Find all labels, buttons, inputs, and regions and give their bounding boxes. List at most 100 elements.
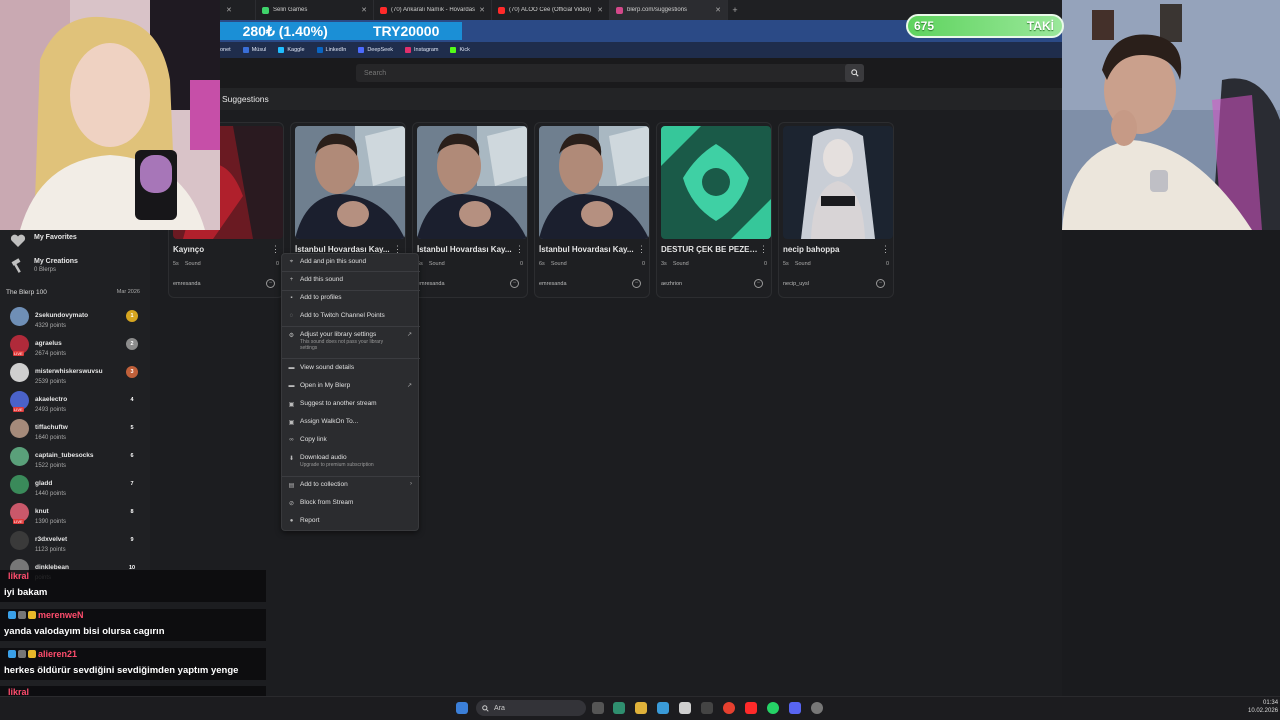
sound-likes[interactable]: 0 xyxy=(764,261,767,267)
close-tab-icon[interactable]: ✕ xyxy=(361,6,367,14)
start-icon[interactable] xyxy=(456,702,468,714)
leaderboard-row[interactable]: misterwhiskerswuvsu 2539 points 3 xyxy=(10,360,138,385)
sound-thumbnail[interactable] xyxy=(295,126,405,239)
sound-card[interactable]: İstanbul Hovardası Kay... ⋮ 6s Sound 0 emresa… xyxy=(534,122,650,298)
context-menu-item[interactable]: ● Report xyxy=(282,517,420,525)
context-menu-item[interactable]: ▣ Suggest to another stream xyxy=(282,400,420,408)
more-options-icon[interactable]: ⋮ xyxy=(637,244,646,255)
whatsapp-icon[interactable] xyxy=(767,702,779,714)
sound-likes[interactable]: 0 xyxy=(886,261,889,267)
context-menu-item[interactable]: + Add this sound xyxy=(282,276,420,284)
leaderboard-row[interactable]: 2sekundovymato 4329 points 1 xyxy=(10,304,138,329)
sound-thumbnail[interactable] xyxy=(417,126,527,239)
sound-title[interactable]: DESTUR ÇEK BE PEZEVE... xyxy=(661,245,759,254)
taskbar-search[interactable]: Ara xyxy=(476,700,586,716)
sound-title[interactable]: İstanbul Hovardası Kay... xyxy=(539,245,637,254)
sound-meta: 3s Sound 0 xyxy=(661,261,771,267)
close-tab-icon[interactable]: ✕ xyxy=(597,6,603,14)
context-menu-item[interactable]: ⬇ Download audio Upgrade to premium subscr… xyxy=(282,454,420,468)
sound-author[interactable]: emresanda xyxy=(539,281,567,287)
context-menu-label: Report xyxy=(300,517,320,524)
sound-author[interactable]: aezhrion xyxy=(661,281,682,287)
leaderboard-row[interactable]: r3dxvelvet 1123 points 9 xyxy=(10,528,138,553)
leaderboard-row[interactable]: gladd 1440 points 7 xyxy=(10,472,138,497)
search-input[interactable]: Search xyxy=(356,64,864,82)
leaderboard-points: 1440 points xyxy=(35,490,67,497)
sound-title[interactable]: Kayınço xyxy=(173,245,271,254)
obs-icon[interactable] xyxy=(811,702,823,714)
close-tab-icon[interactable]: ✕ xyxy=(715,6,721,14)
leaderboard-row[interactable]: LIVE akaelectro 2493 points 4 xyxy=(10,388,138,413)
context-menu-item[interactable]: ◌ Add to Twitch Channel Points xyxy=(282,312,420,320)
context-menu-item[interactable]: ▪ Add to profiles xyxy=(282,294,420,302)
close-tab-icon[interactable]: ✕ xyxy=(479,6,485,14)
browser-tab[interactable]: Selin Games ✕ xyxy=(256,0,374,20)
chrome-icon[interactable] xyxy=(723,702,735,714)
copilot-icon[interactable] xyxy=(613,702,625,714)
context-menu-item[interactable]: ▬ View sound details xyxy=(282,364,420,372)
bookmark[interactable]: Kick xyxy=(450,47,470,53)
task-view-icon[interactable] xyxy=(592,702,604,714)
sound-likes[interactable]: 0 xyxy=(520,261,523,267)
sound-thumbnail[interactable] xyxy=(539,126,649,239)
remove-icon[interactable]: − xyxy=(876,279,885,288)
chat-text: yanda valodayım bisi olursa cagırın xyxy=(4,625,165,637)
remove-icon[interactable]: − xyxy=(632,279,641,288)
context-menu-item[interactable]: ⊘ Block from Stream xyxy=(282,499,420,507)
app-icon[interactable] xyxy=(701,702,713,714)
section-title: Suggestions xyxy=(222,94,269,104)
context-menu-item[interactable]: ∞ Copy link xyxy=(282,436,420,444)
search-button[interactable] xyxy=(845,64,864,82)
leaderboard-row[interactable]: captain_tubesocks 1522 points 6 xyxy=(10,444,138,469)
store-icon[interactable] xyxy=(679,702,691,714)
bookmark[interactable]: Kaggle xyxy=(278,47,305,53)
sound-title[interactable]: necip bahoppa xyxy=(783,245,881,254)
leaderboard-row[interactable]: LIVE agraelus 2674 points 2 xyxy=(10,332,138,357)
sound-author[interactable]: necip_uysl xyxy=(783,281,809,287)
sound-author[interactable]: emresanda xyxy=(173,281,201,287)
leaderboard-row[interactable]: tiffachuftw 1640 points 5 xyxy=(10,416,138,441)
context-menu-item[interactable]: ⚙ Adjust your library settings This sound … xyxy=(282,331,420,351)
context-menu-item[interactable]: ▤ Add to collection › xyxy=(282,481,420,489)
remove-icon[interactable]: − xyxy=(754,279,763,288)
leaderboard-row[interactable]: LIVE knut 1390 points 8 xyxy=(10,500,138,525)
browser-tab[interactable]: (70) ALOO Cee (Official Video) ✕ xyxy=(492,0,610,20)
bookmark-icon xyxy=(358,47,365,53)
sidebar-item-creations[interactable]: My Creations 0 Blerps xyxy=(10,258,78,274)
bookmark[interactable]: Müsul xyxy=(242,47,266,53)
sound-thumbnail[interactable] xyxy=(783,126,893,239)
sound-title[interactable]: İstanbul Hovardası Kay... xyxy=(417,245,515,254)
discord-icon[interactable] xyxy=(789,702,801,714)
more-options-icon[interactable]: ⋮ xyxy=(515,244,524,255)
sound-card[interactable]: necip bahoppa ⋮ 5s Sound 0 necip_uysl − xyxy=(778,122,894,298)
bookmark[interactable]: LinkedIn xyxy=(316,47,346,53)
sound-thumbnail[interactable] xyxy=(661,126,771,239)
browser-tab[interactable]: blerp.com/suggestions ✕ xyxy=(610,0,728,20)
more-options-icon[interactable]: ⋮ xyxy=(759,244,768,255)
remove-icon[interactable]: − xyxy=(510,279,519,288)
more-options-icon[interactable]: ⋮ xyxy=(271,244,280,255)
new-tab-button[interactable]: + xyxy=(728,5,742,15)
edge-icon[interactable] xyxy=(657,702,669,714)
browser-tab[interactable]: ✕ xyxy=(220,0,256,20)
context-menu-item[interactable]: ⌖ Add and pin this sound xyxy=(282,258,420,266)
avatar xyxy=(10,530,29,550)
browser-tab[interactable]: (70) Ankaralı Namık - Hovardas ✕ xyxy=(374,0,492,20)
sound-likes[interactable]: 0 xyxy=(642,261,645,267)
sound-card[interactable]: İstanbul Hovardası Kay... ⋮ 6s Sound 0 emresa… xyxy=(412,122,528,298)
context-menu-item[interactable]: ▣ Assign WalkOn To... xyxy=(282,418,420,426)
bookmark[interactable]: onet xyxy=(220,47,231,53)
sidebar-item-favorites[interactable]: My Favorites xyxy=(10,234,77,248)
remove-icon[interactable]: − xyxy=(266,279,275,288)
more-options-icon[interactable]: ⋮ xyxy=(881,244,890,255)
sound-author[interactable]: emresanda xyxy=(417,281,445,287)
bookmark[interactable]: DeepSeek xyxy=(358,47,393,53)
bookmark[interactable]: Instagram xyxy=(405,47,438,53)
context-menu-item[interactable]: ▬ Open in My Blerp ↗ xyxy=(282,382,420,390)
context-menu-text: Assign WalkOn To... xyxy=(300,418,358,425)
youtube-icon[interactable] xyxy=(745,702,757,714)
file-explorer-icon[interactable] xyxy=(635,702,647,714)
sound-card[interactable]: DESTUR ÇEK BE PEZEVE... ⋮ 3s Sound 0 aezhrion… xyxy=(656,122,772,298)
close-tab-icon[interactable]: ✕ xyxy=(226,6,232,14)
sound-likes[interactable]: 0 xyxy=(276,261,279,267)
